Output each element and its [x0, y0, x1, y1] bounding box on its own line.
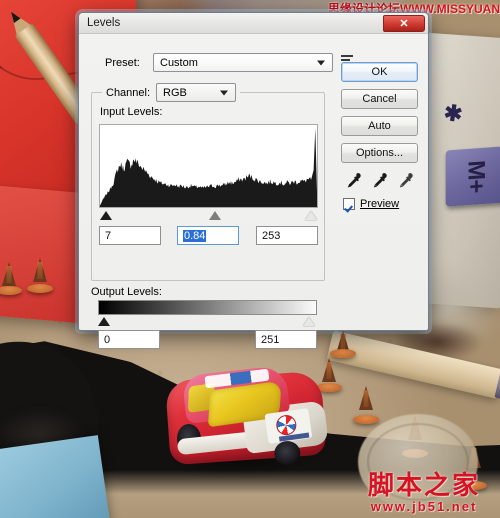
set-black-point-eyedropper-icon[interactable] — [345, 172, 362, 189]
output-gradient-ramp — [98, 300, 317, 315]
preview-checkbox-row[interactable]: Preview — [343, 198, 418, 210]
input-shadow-slider[interactable] — [100, 211, 112, 220]
toy-race-car — [156, 356, 334, 488]
traffic-cone — [330, 330, 356, 358]
channel-row: Channel: RGB — [102, 83, 241, 102]
options-button[interactable]: Options... — [341, 143, 418, 163]
output-shadow-value: 0 — [104, 333, 111, 346]
close-icon[interactable]: ✕ — [383, 15, 425, 32]
auto-button[interactable]: Auto — [341, 116, 418, 136]
output-levels-group: 0 251 — [91, 300, 325, 352]
watermark-bottom-cn: 脚本之家 — [368, 469, 481, 500]
output-levels-fields: 0 251 — [98, 330, 317, 349]
input-midtone-field[interactable]: 0.84 — [177, 226, 239, 245]
preview-checkbox[interactable] — [343, 198, 355, 210]
calculator-mplus-label: M+ — [462, 159, 490, 194]
ok-button[interactable]: OK — [341, 62, 418, 82]
input-shadow-value: 7 — [105, 229, 112, 242]
chevron-down-icon — [317, 60, 325, 65]
output-highlight-field[interactable]: 251 — [255, 330, 317, 349]
preset-dropdown[interactable]: Custom — [153, 53, 333, 72]
input-levels-fields: 7 0.84 253 — [99, 226, 318, 245]
calculator-mplus-key: M+ — [445, 146, 500, 207]
cone-base — [353, 415, 379, 424]
set-white-point-eyedropper-icon[interactable] — [397, 172, 414, 189]
channel-value: RGB — [163, 86, 187, 99]
channel-dropdown[interactable]: RGB — [156, 83, 237, 102]
dialog-body: Preset: Custom Channel: RGB Input Levels… — [79, 34, 428, 349]
output-highlight-value: 251 — [261, 333, 280, 346]
preview-label: Preview — [360, 198, 400, 210]
traffic-cone — [352, 386, 380, 424]
cone-base — [0, 286, 22, 295]
input-highlight-value: 253 — [262, 229, 281, 242]
output-levels-label: Output Levels: — [91, 286, 162, 298]
calculator-star-key-label: ✱ — [441, 99, 464, 127]
cone-highlight — [37, 262, 43, 279]
input-midtone-value: 0.84 — [183, 229, 207, 242]
input-highlight-field[interactable]: 253 — [256, 226, 318, 245]
blue-object-bottom-left — [0, 435, 112, 518]
set-gray-point-eyedropper-icon[interactable] — [371, 172, 388, 189]
watermark-bottom: 脚本之家 www.jb51.net — [368, 469, 481, 514]
cone-highlight — [363, 390, 369, 407]
dialog-titlebar[interactable]: Levels ✕ — [79, 13, 428, 34]
input-shadow-field[interactable]: 7 — [99, 226, 161, 245]
channel-label: Channel: — [106, 86, 151, 99]
cone-base — [330, 349, 356, 358]
input-levels-label: Input Levels: — [100, 106, 163, 118]
preset-value: Custom — [160, 56, 198, 69]
eyedropper-group — [341, 172, 418, 189]
levels-dialog: Levels ✕ Preset: Custom Channel: RGB Inp… — [78, 12, 429, 349]
input-midtone-slider[interactable] — [209, 211, 221, 220]
cone-highlight — [6, 266, 12, 283]
traffic-cone — [0, 262, 22, 295]
histogram[interactable] — [99, 124, 318, 208]
input-levels-sliders — [99, 209, 318, 223]
histogram-plot — [100, 128, 317, 207]
output-levels-sliders — [98, 315, 317, 328]
input-levels-group: Channel: RGB Input Levels: 7 0.84 253 — [91, 83, 325, 281]
dialog-title: Levels — [87, 17, 121, 29]
traffic-cone — [26, 258, 54, 293]
chevron-down-icon — [220, 90, 229, 95]
output-shadow-field[interactable]: 0 — [98, 330, 160, 349]
preset-label: Preset: — [105, 56, 140, 69]
output-highlight-slider[interactable] — [303, 317, 315, 326]
watermark-bottom-en: www.jb51.net — [370, 499, 478, 514]
cone-base — [27, 284, 53, 293]
cone-highlight — [326, 362, 332, 379]
cancel-button[interactable]: Cancel — [341, 89, 418, 109]
output-shadow-slider[interactable] — [98, 317, 110, 326]
dialog-button-column: OK Cancel Auto Options... Preview — [341, 62, 418, 210]
input-highlight-slider[interactable] — [305, 211, 317, 220]
